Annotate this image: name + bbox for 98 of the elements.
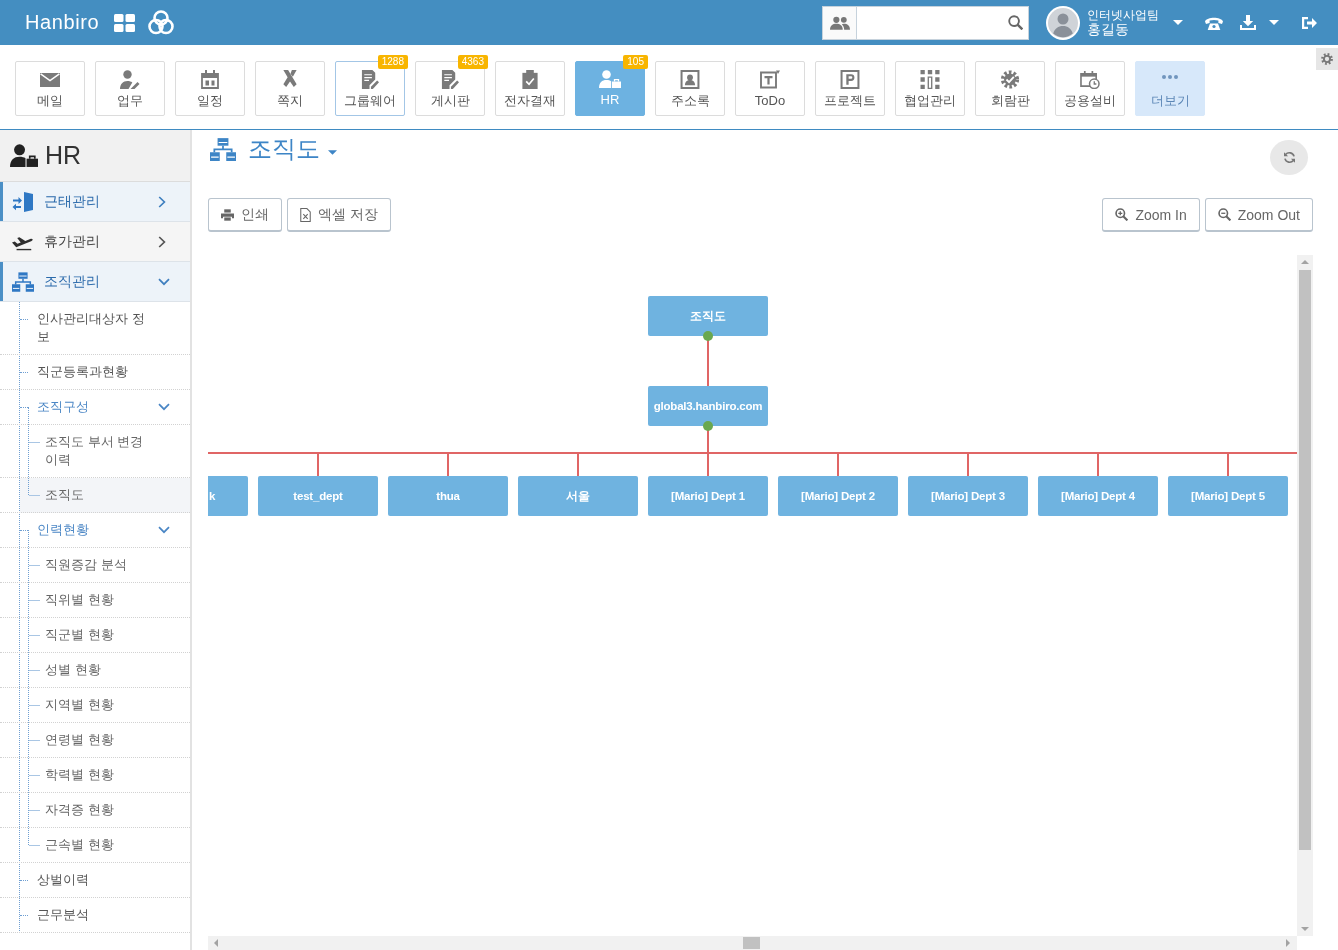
person-briefcase-icon xyxy=(10,144,38,167)
submenu-item[interactable]: 자격증 현황 xyxy=(0,793,190,828)
submenu-item[interactable]: 직군별 현황 xyxy=(0,618,190,653)
submenu-item[interactable]: 직군등록과현황 xyxy=(0,355,190,390)
door-arrow-icon xyxy=(12,191,34,212)
submenu-item[interactable]: 인력현황 xyxy=(0,513,190,548)
export-button[interactable]: 엑셀 저장 xyxy=(287,198,391,232)
submenu-item[interactable]: 지역별 현황 xyxy=(0,688,190,723)
submenu-item[interactable]: 조직도 부서 변경 이력 xyxy=(0,425,190,478)
chevron-right-icon[interactable] xyxy=(158,195,166,208)
app-button[interactable]: 주소록 xyxy=(655,61,725,116)
submenu-item[interactable]: 인사관리대상자 정보 xyxy=(0,302,190,355)
gear-check-icon xyxy=(1000,69,1020,89)
search-field[interactable] xyxy=(857,5,1029,40)
scroll-left-icon[interactable] xyxy=(214,939,218,947)
person-pen-icon xyxy=(120,69,140,89)
calendar-icon xyxy=(200,69,220,89)
zoom-out-icon xyxy=(1217,208,1231,221)
grid-icon xyxy=(920,69,940,89)
connector-dot-icon[interactable] xyxy=(703,331,713,341)
envelope-icon xyxy=(40,72,60,87)
document-pen-icon xyxy=(440,69,460,89)
submenu-item[interactable]: 직원증감 분석 xyxy=(0,548,190,583)
settings-button[interactable] xyxy=(1316,48,1338,70)
submenu-item[interactable]: 연령별 현황 xyxy=(0,723,190,758)
scroll-up-icon[interactable] xyxy=(1301,260,1309,264)
logo: Hanbiro xyxy=(25,11,100,34)
submenu-item[interactable]: 직위별 현황 xyxy=(0,583,190,618)
phone-icon[interactable] xyxy=(1205,15,1223,30)
user-name: 홍길동 xyxy=(1087,21,1130,38)
horizontal-scrollbar[interactable] xyxy=(208,936,1297,950)
submenu-item[interactable]: 상벌이력 xyxy=(0,863,190,898)
download-icon[interactable] xyxy=(1240,15,1256,30)
vertical-scrollbar[interactable] xyxy=(1297,255,1313,936)
print-button[interactable]: 인쇄 xyxy=(208,198,282,232)
app-button[interactable]: 회람판 xyxy=(975,61,1045,116)
menu-item[interactable]: 근태관리 xyxy=(0,182,190,222)
dots-icon xyxy=(1162,74,1178,79)
app-button[interactable]: 전자결재 xyxy=(495,61,565,116)
people-icon xyxy=(829,15,850,30)
chevron-down-icon[interactable] xyxy=(158,526,170,534)
contact-card-icon xyxy=(680,69,700,89)
app-button[interactable]: ToDo xyxy=(735,61,805,116)
t-square-icon xyxy=(760,69,780,89)
scrollbar-thumb[interactable] xyxy=(1299,270,1311,850)
submenu-item[interactable]: 근무분석 xyxy=(0,898,190,933)
app-button[interactable]: 업무 xyxy=(95,61,165,116)
count-badge: 105 xyxy=(623,55,648,69)
logout-icon[interactable] xyxy=(1302,15,1317,30)
scroll-right-icon[interactable] xyxy=(1286,939,1290,947)
app-button[interactable]: 쪽지 xyxy=(255,61,325,116)
printer-icon xyxy=(221,208,234,221)
spreadsheet-icon xyxy=(300,207,311,222)
scrollbar-thumb[interactable] xyxy=(743,937,760,949)
submenu-item[interactable]: 학력별 현황 xyxy=(0,758,190,793)
contacts-button[interactable] xyxy=(822,5,857,40)
caret-icon[interactable] xyxy=(1173,20,1183,25)
sidebar-title: HR xyxy=(45,141,82,170)
app-button[interactable]: 메일 xyxy=(15,61,85,116)
app-button[interactable]: 협업관리 xyxy=(895,61,965,116)
user-team: 인터넷사업팀 xyxy=(1087,7,1159,22)
calendar-clock-icon xyxy=(1080,69,1100,89)
connector-dot-icon[interactable] xyxy=(703,421,713,431)
refresh-button[interactable] xyxy=(1270,140,1308,175)
refresh-icon xyxy=(1282,151,1296,164)
person-briefcase-icon xyxy=(599,70,621,88)
chevron-right-icon[interactable] xyxy=(158,235,166,248)
menu-item[interactable]: 조직관리 xyxy=(0,262,190,302)
org-chart-icon xyxy=(12,271,34,292)
chevron-down-icon[interactable] xyxy=(158,277,170,286)
document-pen-icon xyxy=(360,69,380,89)
submenu-item[interactable]: 근속별 현황 xyxy=(0,828,190,863)
zoom-out-button[interactable]: Zoom Out xyxy=(1204,198,1313,232)
grid-icon[interactable] xyxy=(114,13,136,32)
org-chart-icon xyxy=(210,138,236,161)
chevron-down-icon[interactable] xyxy=(158,403,170,411)
zoom-in-icon xyxy=(1115,208,1129,221)
caret-icon xyxy=(328,149,337,155)
app-button[interactable]: 공용설비 xyxy=(1055,61,1125,116)
avatar-icon[interactable] xyxy=(1046,5,1080,40)
rings-logo-icon xyxy=(148,10,175,35)
count-badge: 4363 xyxy=(457,55,488,69)
title-dropdown[interactable]: 조직도 xyxy=(248,134,337,164)
count-badge: 1288 xyxy=(377,55,408,69)
submenu-item[interactable]: 조직구성 xyxy=(0,390,190,425)
clipboard-check-icon xyxy=(520,69,540,89)
app-button[interactable]: 프로젝트 xyxy=(815,61,885,116)
app-button[interactable]: 더보기 xyxy=(1135,61,1205,116)
menu-item[interactable]: 휴가관리 xyxy=(0,222,190,262)
submenu-item[interactable]: 조직도 xyxy=(0,478,190,513)
settings-icon xyxy=(1321,53,1333,65)
caret-icon[interactable] xyxy=(1269,20,1279,25)
submenu-item[interactable]: 성별 현황 xyxy=(0,653,190,688)
scroll-down-icon[interactable] xyxy=(1301,927,1309,931)
zoom-in-button[interactable]: Zoom In xyxy=(1102,198,1200,232)
p-square-icon xyxy=(840,69,860,89)
app-button[interactable]: 일정 xyxy=(175,61,245,116)
search-icon[interactable] xyxy=(1008,15,1023,30)
